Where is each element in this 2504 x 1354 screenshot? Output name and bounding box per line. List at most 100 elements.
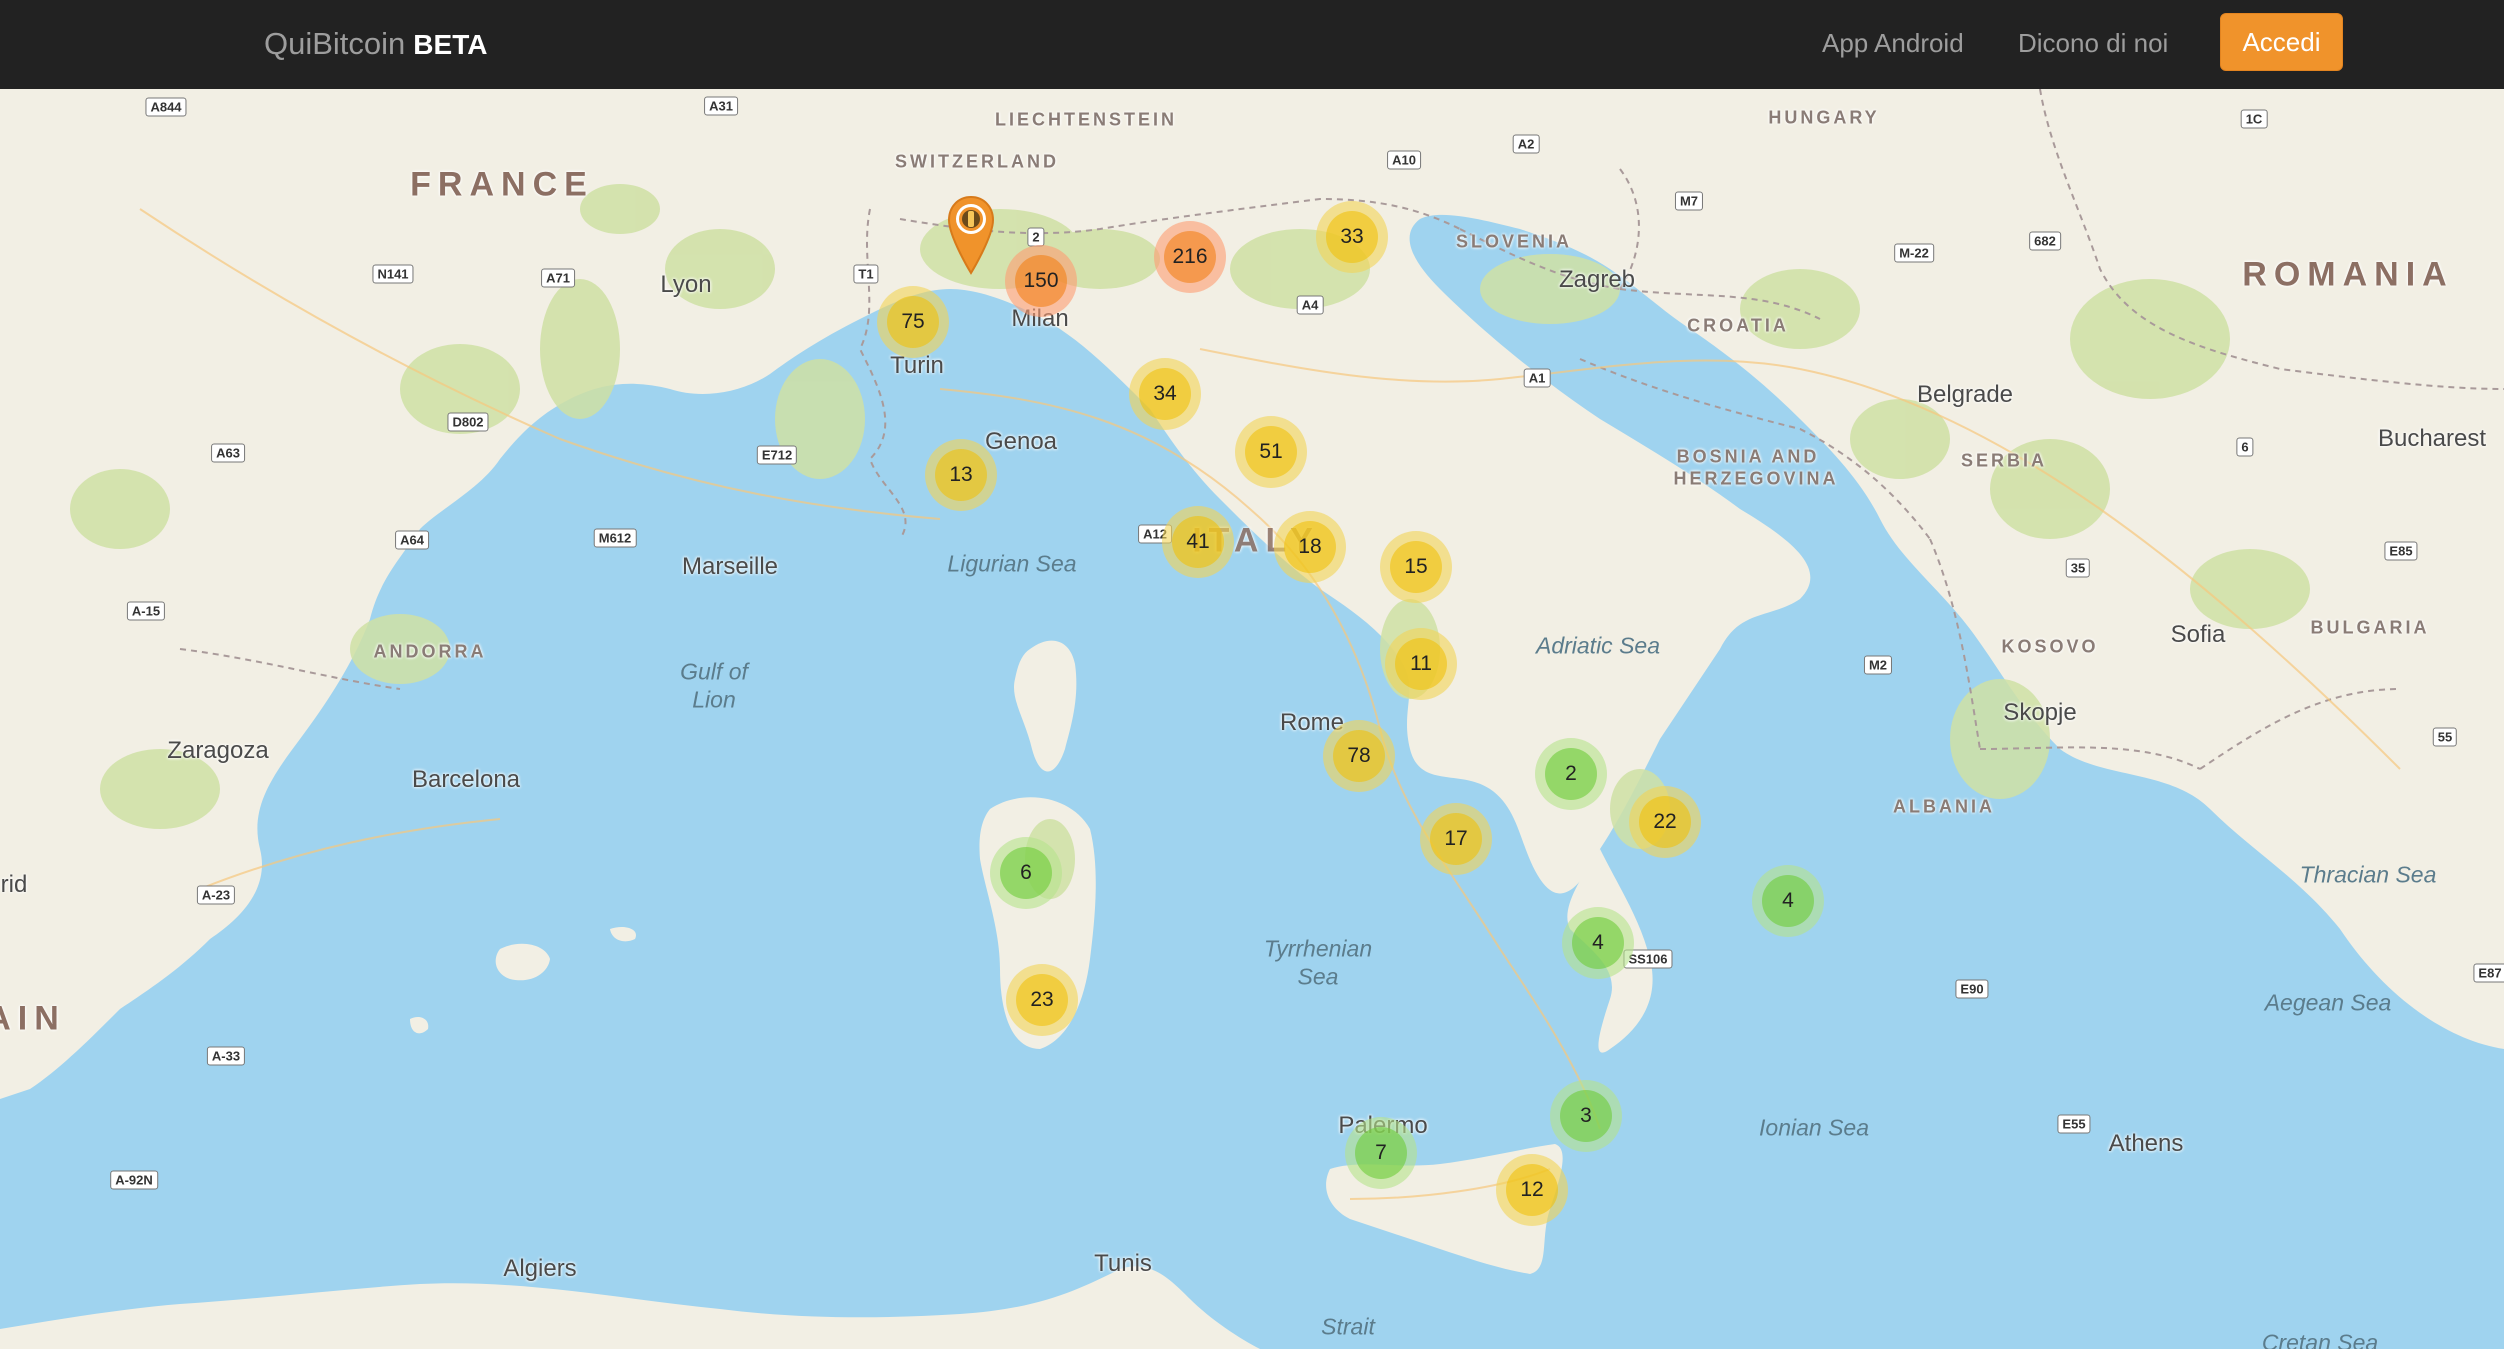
marker-cluster[interactable]: 78	[1323, 720, 1395, 792]
label-cretan-sea: Cretan Sea	[2261, 1329, 2379, 1350]
marker-cluster[interactable]: 41	[1162, 506, 1234, 578]
marker-cluster[interactable]: 2	[1535, 738, 1607, 810]
road-shield: 2	[1027, 227, 1045, 247]
marker-cluster-count: 4	[1762, 875, 1814, 927]
marker-cluster[interactable]: 17	[1420, 803, 1492, 875]
marker-cluster-count: 150	[1015, 255, 1067, 307]
marker-cluster-count: 17	[1430, 813, 1482, 865]
nav-link-app-android[interactable]: App Android	[1822, 28, 1964, 59]
marker-cluster[interactable]: 13	[925, 439, 997, 511]
login-button[interactable]: Accedi	[2220, 13, 2343, 71]
marker-cluster[interactable]: 12	[1496, 1154, 1568, 1226]
label-aegean-sea: Aegean Sea	[2264, 989, 2392, 1016]
road-shield: A2	[1512, 134, 1540, 154]
road-shield: E87	[2473, 963, 2504, 983]
road-shield: A71	[541, 268, 575, 288]
road-shield: A10	[1387, 150, 1421, 170]
label-serbia: SERBIA	[1960, 450, 2048, 471]
label-skopje: Skopje	[2003, 699, 2077, 726]
road-shield: A-15	[126, 601, 166, 621]
road-shield: E85	[2384, 541, 2418, 561]
marker-cluster[interactable]: 75	[877, 286, 949, 358]
map-view[interactable]: FRANCE ROMANIA HUNGARY SLOVENIA CROATIA …	[0, 89, 2504, 1349]
marker-cluster-count: 34	[1139, 368, 1191, 420]
road-shield: M7	[1674, 191, 1704, 211]
marker-cluster-count: 23	[1016, 974, 1068, 1026]
road-shield: 6	[2236, 437, 2254, 457]
marker-cluster[interactable]: 22	[1629, 786, 1701, 858]
marker-cluster-count: 13	[935, 449, 987, 501]
marker-cluster[interactable]: 4	[1562, 907, 1634, 979]
label-bulgaria: BULGARIA	[2310, 617, 2430, 638]
marker-cluster[interactable]: 33	[1316, 201, 1388, 273]
marker-cluster[interactable]: 3	[1550, 1080, 1622, 1152]
road-shield: 1C	[2240, 109, 2268, 129]
marker-cluster-count: 22	[1639, 796, 1691, 848]
label-athens: Athens	[2108, 1130, 2184, 1157]
label-lyon: Lyon	[660, 271, 712, 298]
marker-cluster[interactable]: 34	[1129, 358, 1201, 430]
marker-cluster-count: 15	[1390, 541, 1442, 593]
marker-cluster-count: 2	[1545, 748, 1597, 800]
label-albania: ALBANIA	[1893, 796, 1995, 817]
label-belgrade: Belgrade	[1916, 381, 2014, 408]
label-algiers: Algiers	[503, 1255, 577, 1282]
marker-cluster[interactable]: 6	[990, 837, 1062, 909]
top-navbar: QuiBitcoin BETA App Android Dicono di noi…	[0, 0, 2504, 89]
marker-cluster-count: 33	[1326, 211, 1378, 263]
road-shield: E90	[1955, 979, 1989, 999]
marker-cluster-count: 11	[1395, 638, 1447, 690]
label-gulf-of: Gulf of	[680, 658, 748, 685]
label-ionian-sea: Ionian Sea	[1759, 1114, 1869, 1141]
road-shield: E712	[756, 445, 798, 465]
road-shield: A4	[1296, 295, 1324, 315]
label-zagreb: Zagreb	[1558, 266, 1636, 293]
road-shield: E55	[2057, 1114, 2091, 1134]
marker-cluster[interactable]: 11	[1385, 628, 1457, 700]
label-tyrrhenian: Tyrrhenian	[1263, 935, 1373, 962]
label-bucharest: Bucharest	[2377, 425, 2487, 452]
road-shield: M612	[593, 528, 637, 548]
marker-cluster[interactable]: 18	[1274, 511, 1346, 583]
label-switzerland: SWITZERLAND	[895, 151, 1059, 172]
label-herzegovina: HERZEGOVINA	[1673, 468, 1839, 489]
marker-cluster[interactable]: 150	[1005, 245, 1077, 317]
marker-cluster[interactable]: 15	[1380, 531, 1452, 603]
road-shield: N141	[372, 264, 414, 284]
label-tunis: Tunis	[1094, 1250, 1152, 1277]
label-ligurian-sea: Ligurian Sea	[947, 550, 1077, 577]
label-madrid-fragment: rid	[0, 871, 28, 898]
bitcoin-location-pin-icon[interactable]	[946, 195, 996, 275]
marker-cluster[interactable]: 4	[1752, 865, 1824, 937]
label-thracian-sea: Thracian Sea	[2299, 861, 2437, 888]
brand-name[interactable]: QuiBitcoin	[264, 26, 405, 61]
label-zaragoza: Zaragoza	[167, 737, 269, 764]
label-andorra: ANDORRA	[373, 641, 487, 662]
nav-link-dicono-di-noi[interactable]: Dicono di noi	[2018, 28, 2168, 59]
road-shield: A-33	[206, 1046, 246, 1066]
label-liechtenstein: LIECHTENSTEIN	[994, 109, 1178, 130]
marker-cluster[interactable]: 51	[1235, 416, 1307, 488]
label-strait: Strait	[1321, 1313, 1375, 1340]
label-barcelona: Barcelona	[411, 766, 521, 793]
road-shield: 682	[2029, 231, 2061, 251]
road-shield: A1	[1523, 368, 1551, 388]
marker-cluster-count: 75	[887, 296, 939, 348]
label-hungary: HUNGARY	[1768, 107, 1880, 128]
brand-logo[interactable]: QuiBitcoin BETA	[264, 26, 487, 62]
marker-cluster[interactable]: 7	[1345, 1117, 1417, 1189]
label-spain-fragment: AIN	[0, 999, 66, 1038]
label-kosovo: KOSOVO	[2001, 636, 2099, 657]
road-shield: A63	[211, 443, 245, 463]
label-bosnia: BOSNIA AND	[1676, 446, 1820, 467]
marker-cluster-count: 41	[1172, 516, 1224, 568]
marker-cluster-count: 4	[1572, 917, 1624, 969]
road-shield: M2	[1863, 655, 1893, 675]
marker-cluster-count: 12	[1506, 1164, 1558, 1216]
marker-cluster[interactable]: 23	[1006, 964, 1078, 1036]
label-genoa: Genoa	[984, 428, 1058, 455]
marker-cluster[interactable]: 216	[1154, 221, 1226, 293]
label-france: FRANCE	[410, 165, 594, 204]
beta-badge: BETA	[413, 29, 488, 60]
marker-cluster-count: 7	[1355, 1127, 1407, 1179]
